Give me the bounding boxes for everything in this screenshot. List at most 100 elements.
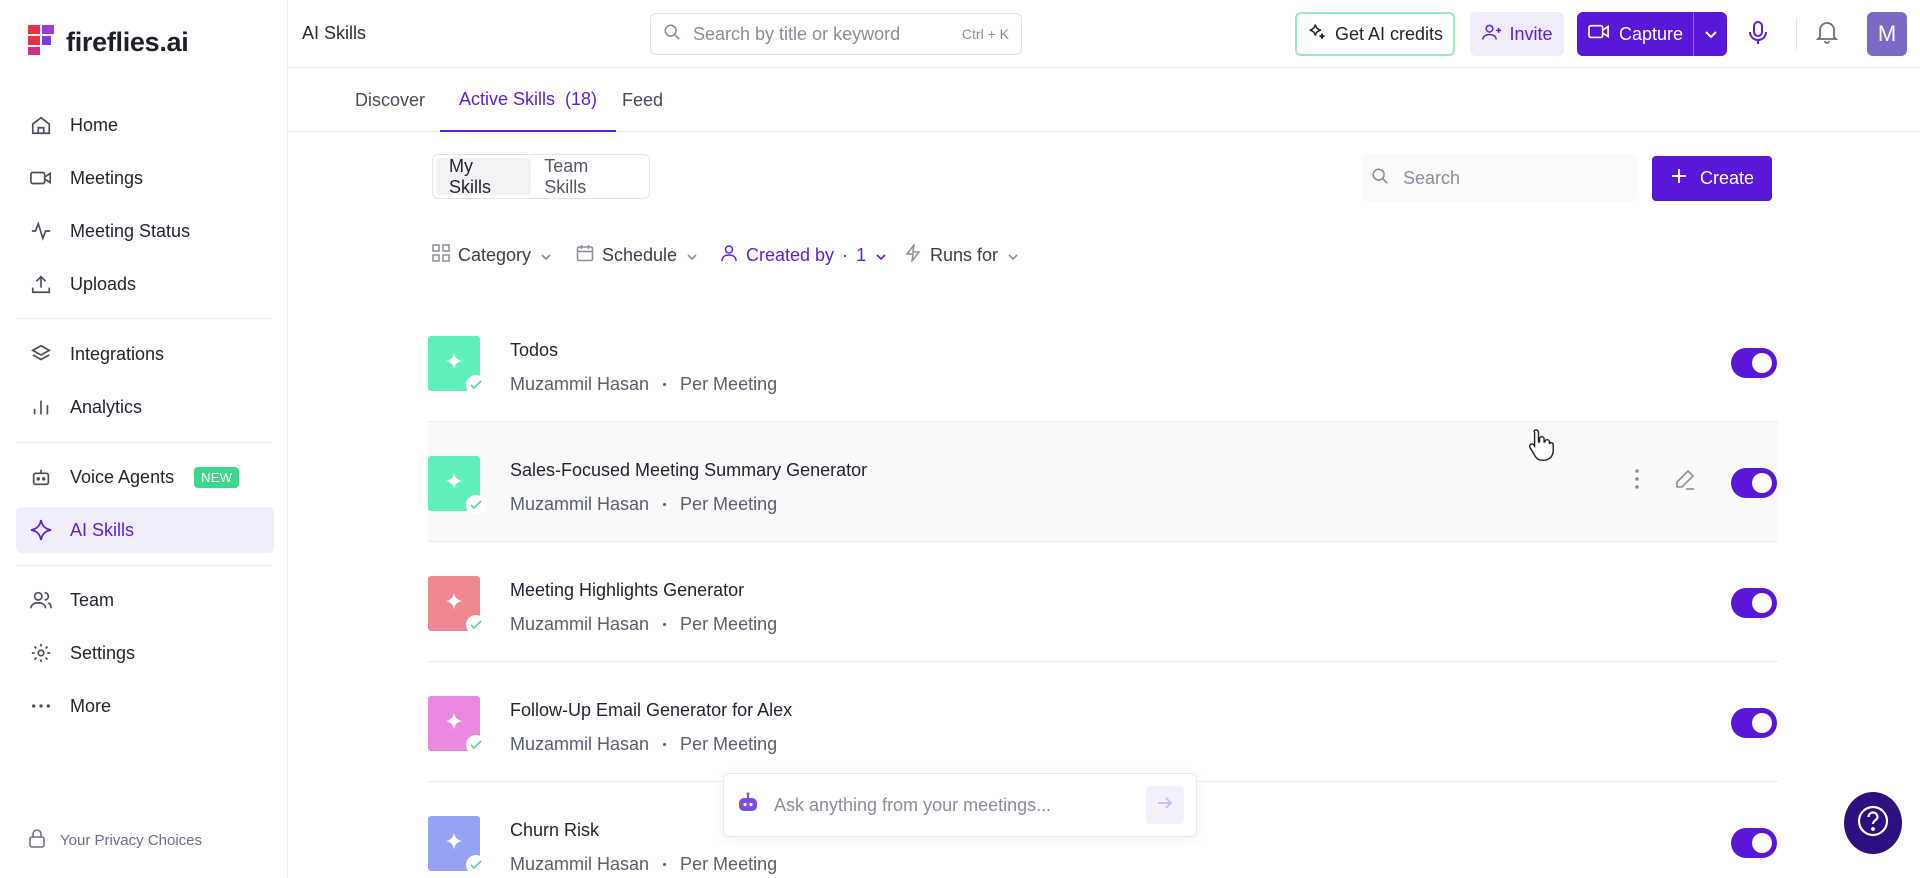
skill-meta: Muzammil Hasan Per Meeting [510, 854, 777, 875]
sparkle-icon [444, 471, 464, 496]
search-icon [1371, 167, 1389, 190]
skill-thumbnail [428, 696, 486, 755]
invite-label: Invite [1509, 23, 1553, 44]
tab-active-skills[interactable]: Active Skills (18) [440, 68, 617, 132]
skill-row[interactable]: Follow-Up Email Generator for Alex Muzam… [428, 662, 1778, 782]
capture-button[interactable]: Capture [1577, 12, 1727, 56]
user-avatar[interactable]: M [1867, 12, 1907, 56]
skill-meta: Muzammil Hasan Per Meeting [510, 614, 777, 635]
privacy-label: Your Privacy Choices [60, 831, 203, 849]
lightning-icon [904, 241, 922, 267]
schedule-filter[interactable]: Schedule [576, 240, 697, 270]
dots-icon [28, 693, 54, 719]
chevron-down-icon [876, 245, 886, 266]
sidebar-item-label: Settings [70, 642, 136, 663]
sidebar-item-ai-skills[interactable]: AI Skills [16, 507, 274, 553]
sidebar-item-team[interactable]: Team [16, 577, 274, 623]
sidebar-item-home[interactable]: Home [16, 102, 274, 148]
app-logo[interactable]: fireflies.ai [28, 24, 189, 60]
layers-icon [28, 341, 54, 367]
video-icon [28, 165, 54, 191]
check-icon [466, 855, 486, 875]
skills-search-input[interactable] [1403, 167, 1635, 189]
skill-enable-toggle[interactable] [1731, 468, 1777, 498]
help-button[interactable] [1844, 792, 1902, 854]
tab-feed[interactable]: Feed [622, 68, 663, 132]
runs-for-filter[interactable]: Runs for [904, 240, 1018, 270]
get-ai-credits-button[interactable]: Get AI credits [1295, 12, 1455, 56]
skill-meta: Muzammil Hasan Per Meeting [510, 374, 777, 395]
invite-button[interactable]: Invite [1470, 12, 1564, 56]
logo-text: fireflies.ai [66, 26, 189, 57]
sidebar-item-meetings[interactable]: Meetings [16, 155, 274, 201]
sidebar-item-settings[interactable]: Settings [16, 630, 274, 676]
sidebar-item-integrations[interactable]: Integrations [16, 331, 274, 377]
users-icon [28, 587, 54, 613]
create-label: Create [1699, 168, 1755, 188]
sidebar-item-more[interactable]: More [16, 683, 274, 729]
skill-enable-toggle[interactable] [1731, 828, 1777, 858]
video-icon [1587, 22, 1611, 47]
created-by-filter[interactable]: Created by · 1 [720, 240, 886, 270]
arrow-right-icon [1157, 796, 1173, 815]
meta-dot [663, 623, 667, 626]
sidebar-item-meeting-status[interactable]: Meeting Status [16, 208, 274, 254]
chevron-down-icon [541, 245, 551, 266]
tab-label: Active Skills [459, 88, 556, 109]
skill-enable-toggle[interactable] [1731, 588, 1777, 618]
bar-chart-icon [28, 394, 54, 420]
sparkle-icon [28, 517, 54, 543]
my-skills-option[interactable]: My Skills [436, 156, 532, 197]
skill-row-actions [1634, 468, 1696, 495]
skill-enable-toggle[interactable] [1731, 708, 1777, 738]
sidebar-item-uploads[interactable]: Uploads [16, 261, 274, 307]
sparkles-icon [1307, 22, 1327, 47]
sidebar-item-label: Uploads [70, 273, 137, 294]
skill-author: Muzammil Hasan [510, 614, 650, 634]
category-filter[interactable]: Category [432, 240, 551, 270]
more-vertical-icon[interactable] [1634, 468, 1640, 495]
microphone-button[interactable] [1748, 20, 1768, 51]
capture-main[interactable]: Capture [1577, 22, 1693, 47]
skill-name: Churn Risk [510, 820, 600, 840]
check-icon [466, 735, 486, 755]
sidebar-item-label: Voice Agents [70, 466, 175, 487]
skill-row[interactable]: Meeting Highlights Generator Muzammil Ha… [428, 542, 1778, 662]
toggle-knob [1752, 833, 1772, 853]
skill-row[interactable]: Sales-Focused Meeting Summary Generator … [428, 422, 1778, 542]
sidebar-item-analytics[interactable]: Analytics [16, 384, 274, 430]
skill-frequency: Per Meeting [680, 734, 778, 754]
edit-pencil-icon[interactable] [1674, 468, 1696, 495]
filter-label: Category [458, 244, 532, 265]
create-button[interactable]: Create [1652, 156, 1772, 201]
tab-discover[interactable]: Discover [355, 68, 425, 132]
skill-meta: Muzammil Hasan Per Meeting [510, 734, 777, 755]
capture-dropdown[interactable] [1693, 12, 1727, 56]
sidebar: fireflies.ai Home Meetings Meeting Statu… [0, 0, 288, 878]
skill-author: Muzammil Hasan [510, 734, 650, 754]
skills-tabs: Discover Active Skills (18) Feed [288, 68, 1920, 132]
skill-row[interactable]: Todos Muzammil Hasan Per Meeting [428, 302, 1778, 422]
global-search[interactable]: Ctrl + K [650, 13, 1022, 55]
check-icon [466, 375, 486, 395]
search-icon [663, 23, 681, 46]
ask-meetings-input[interactable] [774, 794, 1132, 816]
user-plus-icon [1481, 22, 1503, 47]
global-search-input[interactable] [693, 23, 950, 45]
filter-label: Created by [746, 244, 835, 265]
tab-count: (18) [565, 88, 598, 109]
filter-label: Runs for [930, 244, 999, 265]
sidebar-item-label: AI Skills [70, 519, 135, 540]
skills-search[interactable] [1361, 154, 1637, 202]
skill-frequency: Per Meeting [680, 614, 778, 634]
team-skills-option[interactable]: Team Skills [531, 156, 646, 197]
skill-name: Todos [510, 340, 559, 360]
top-bar: AI Skills Ctrl + K Get AI credits Invite… [288, 0, 1920, 68]
send-button[interactable] [1146, 786, 1184, 824]
notifications-button[interactable] [1815, 20, 1839, 49]
privacy-choices-link[interactable]: Your Privacy Choices [28, 828, 202, 852]
skill-enable-toggle[interactable] [1731, 348, 1777, 378]
ask-meetings-bar [723, 773, 1197, 837]
sidebar-item-voice-agents[interactable]: Voice Agents NEW [16, 454, 274, 500]
skill-name: Sales-Focused Meeting Summary Generator [510, 460, 868, 480]
